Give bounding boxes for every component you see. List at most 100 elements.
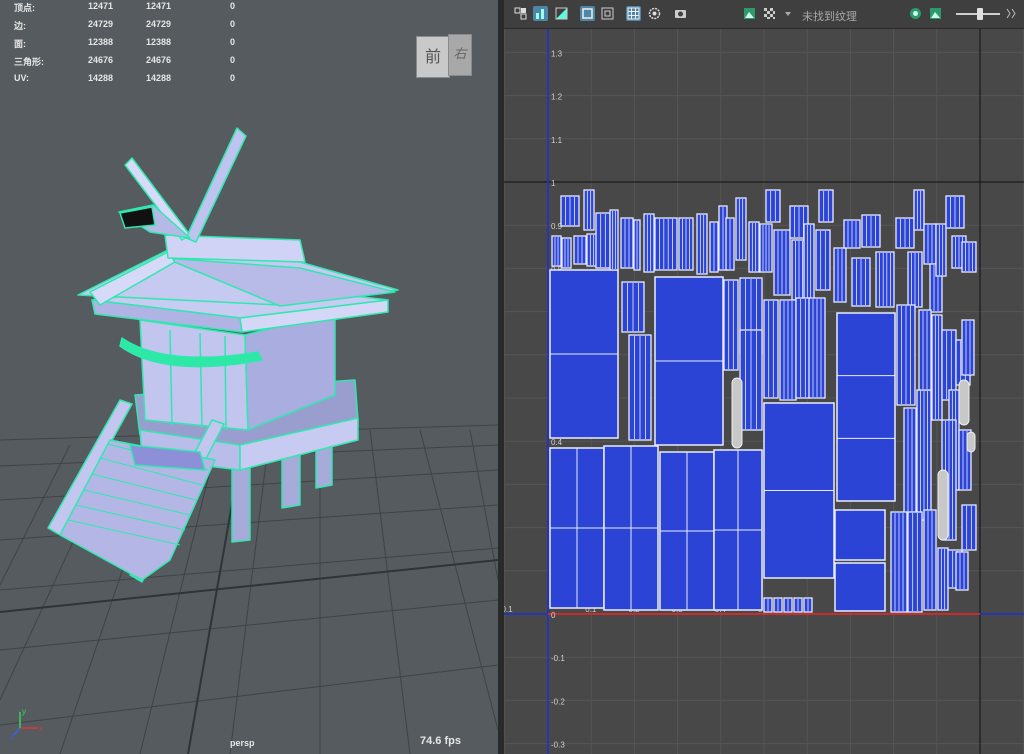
stat-value: 12388 (146, 37, 172, 47)
stat-value: 24729 (88, 19, 114, 29)
uv-shell-plank (620, 217, 634, 269)
uv-shell-plank (595, 212, 611, 269)
uv-shell-plank (875, 251, 895, 308)
uv-shell-plank (935, 223, 947, 277)
v-tick-label: 1.2 (551, 93, 563, 102)
v-tick-label: 0 (551, 611, 556, 620)
uv-shell-plank (643, 213, 655, 273)
uv-shell-gray (958, 379, 970, 426)
uv-shell (834, 562, 886, 612)
uv-shell-plank (818, 189, 834, 223)
uv-shell-plank (551, 235, 562, 267)
stat-label: 面: (14, 39, 26, 49)
v-tick-label: -0.2 (551, 697, 565, 706)
uv-shell-plank (748, 221, 760, 273)
uv-distortion-icon[interactable] (533, 6, 548, 21)
stat-value: 24676 (146, 55, 172, 65)
v-tick-label: 1.3 (551, 49, 563, 58)
uv-shell-plank (735, 197, 747, 261)
image-channel-icon[interactable] (928, 6, 943, 21)
uv-shell-plank (903, 407, 917, 514)
exposure-icon[interactable] (908, 6, 923, 21)
texture-status-label: 未找到纹理 (802, 11, 857, 23)
uv-shell-plank (763, 299, 779, 399)
z-axis-label: z (10, 732, 14, 740)
uv-shell-gray (966, 431, 976, 453)
stat-value: 24676 (88, 55, 114, 65)
uv-editor-panel[interactable]: 1.31.21.110.90.80.70.60.50.40.30.20.10-0… (504, 0, 1024, 754)
chevron-down-icon[interactable] (783, 6, 793, 21)
grid-toggle-icon[interactable] (626, 6, 641, 21)
uv-shell-plank (833, 247, 847, 303)
stat-value: 14288 (88, 73, 114, 83)
uv-layout-icon[interactable] (513, 6, 528, 21)
stat-label: 三角形: (14, 57, 44, 67)
stat-value: 0 (230, 1, 236, 11)
viewport-canvas[interactable] (0, 0, 498, 754)
uv-border-icon[interactable] (580, 6, 595, 21)
snap-pixel-icon[interactable] (647, 6, 662, 21)
uv-shell-plank (923, 223, 937, 265)
uv-shell (834, 509, 886, 561)
z-axis-line (13, 727, 21, 736)
stat-value: 14288 (146, 73, 172, 83)
uv-shell-plank (583, 189, 595, 231)
x-axis-label: x (39, 724, 43, 733)
shrine-model (47, 127, 399, 583)
uv-shell-gray (937, 469, 949, 541)
fps-counter: 74.6 fps (420, 735, 461, 747)
view-cube-right-face[interactable]: 右 (448, 34, 472, 76)
uv-shell-plank (918, 309, 932, 391)
axis-gizmo: x y z (10, 708, 43, 740)
v-tick-label: 1 (551, 179, 556, 188)
stat-label: UV: (14, 73, 30, 83)
checker-tiles-icon[interactable] (762, 6, 777, 21)
stat-value: 0 (230, 37, 236, 47)
uv-shell-plank (961, 504, 977, 551)
stat-value: 0 (230, 19, 236, 29)
uv-shell-plank (937, 547, 949, 611)
stat-label: 顶点: (14, 3, 35, 13)
uv-shell-plank (609, 209, 619, 271)
stat-value: 0 (230, 55, 236, 65)
stat-value: 12471 (88, 1, 114, 11)
uv-shell-plank (795, 297, 811, 399)
uv-shell-plank (803, 223, 815, 301)
uv-shell-plank (561, 237, 572, 269)
v-tick-label: -0.3 (551, 741, 565, 750)
uv-shell-plank (931, 314, 943, 421)
uv-zoom-slider-handle[interactable] (977, 8, 984, 20)
stat-label: 边: (14, 21, 26, 31)
uv-shell-gray (731, 377, 743, 449)
uv-shell-plank (923, 509, 937, 611)
stat-value: 12388 (88, 37, 114, 47)
v-tick-label: 0.4 (551, 438, 563, 447)
u-tick-label: -0.1 (504, 605, 513, 614)
uv-shell-plank (815, 229, 831, 291)
uv-shell-plank (913, 189, 925, 231)
shaded-uv-icon[interactable] (554, 6, 569, 21)
uv-toolbar: 未找到纹理 (504, 0, 1024, 29)
uv-shell-plank (765, 189, 781, 223)
uv-shell (836, 312, 896, 502)
uv-shell-plank (696, 213, 708, 275)
view-cube[interactable]: 前 右 (416, 30, 476, 78)
v-tick-label: -0.1 (551, 654, 565, 663)
grid-axis-line (0, 559, 498, 613)
perspective-viewport[interactable]: 顶点: 12471 12471 0 边: 24729 24729 0 面: 12388 12388 0… (0, 0, 498, 754)
view-cube-front-face[interactable]: 前 (416, 36, 450, 78)
uv-shell-plank (573, 235, 587, 265)
image-display-icon[interactable] (742, 6, 757, 21)
v-tick-label: 1.1 (551, 136, 563, 145)
uv-shell-plank (961, 319, 975, 376)
stat-value: 0 (230, 73, 236, 83)
uv-shell-plank (955, 551, 969, 591)
uv-canvas[interactable]: 1.31.21.110.90.80.70.60.50.40.30.20.10-0… (504, 0, 1024, 754)
frame-uv-icon[interactable] (600, 6, 615, 21)
y-axis-label: y (22, 708, 26, 716)
stat-value: 24729 (146, 19, 172, 29)
snapshot-icon[interactable] (673, 6, 688, 21)
stat-value: 12471 (146, 1, 172, 11)
camera-name-label: persp (230, 738, 255, 748)
panel-expand-icon[interactable] (1004, 6, 1018, 21)
